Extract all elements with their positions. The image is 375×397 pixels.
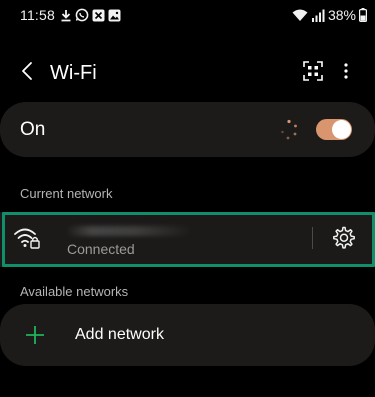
network-status: Connected (67, 241, 135, 257)
add-network-label: Add network (75, 326, 164, 343)
gear-icon (330, 226, 356, 255)
back-button[interactable] (12, 58, 42, 88)
wifi-toggle-row[interactable]: On (0, 102, 375, 157)
image-icon (108, 9, 121, 22)
app-bar: Wi-Fi (0, 50, 375, 96)
current-network-header: Current network (20, 186, 113, 201)
wifi-toggle-label: On (20, 119, 46, 140)
wifi-lock-icon (13, 226, 41, 250)
scanning-indicator-icon (276, 117, 302, 143)
network-divider (312, 227, 313, 249)
qr-code-icon (303, 60, 323, 86)
more-options-button[interactable] (332, 58, 360, 88)
wifi-switch[interactable] (316, 119, 352, 140)
network-settings-button[interactable] (330, 225, 356, 251)
wifi-icon (292, 9, 308, 22)
status-bar: 11:58 38% (0, 0, 375, 34)
whatsapp-icon (75, 8, 89, 22)
plus-icon (25, 325, 45, 345)
network-name-redacted (66, 226, 192, 236)
notification-icons (60, 8, 121, 22)
signal-icon (311, 9, 325, 22)
battery-percent: 38% (327, 7, 356, 23)
qr-code-button[interactable] (298, 58, 328, 88)
current-network-highlight (2, 212, 375, 267)
switch-knob (332, 120, 351, 139)
more-icon (344, 62, 348, 84)
status-time: 11:58 (20, 7, 55, 23)
system-icons: 38% (292, 7, 367, 23)
add-network-row[interactable]: Add network (0, 304, 375, 366)
download-icon (60, 9, 72, 22)
battery-icon (359, 8, 367, 22)
x-icon (92, 9, 105, 22)
available-networks-header: Available networks (20, 284, 129, 299)
page-title: Wi-Fi (50, 62, 97, 84)
back-icon (20, 61, 34, 86)
